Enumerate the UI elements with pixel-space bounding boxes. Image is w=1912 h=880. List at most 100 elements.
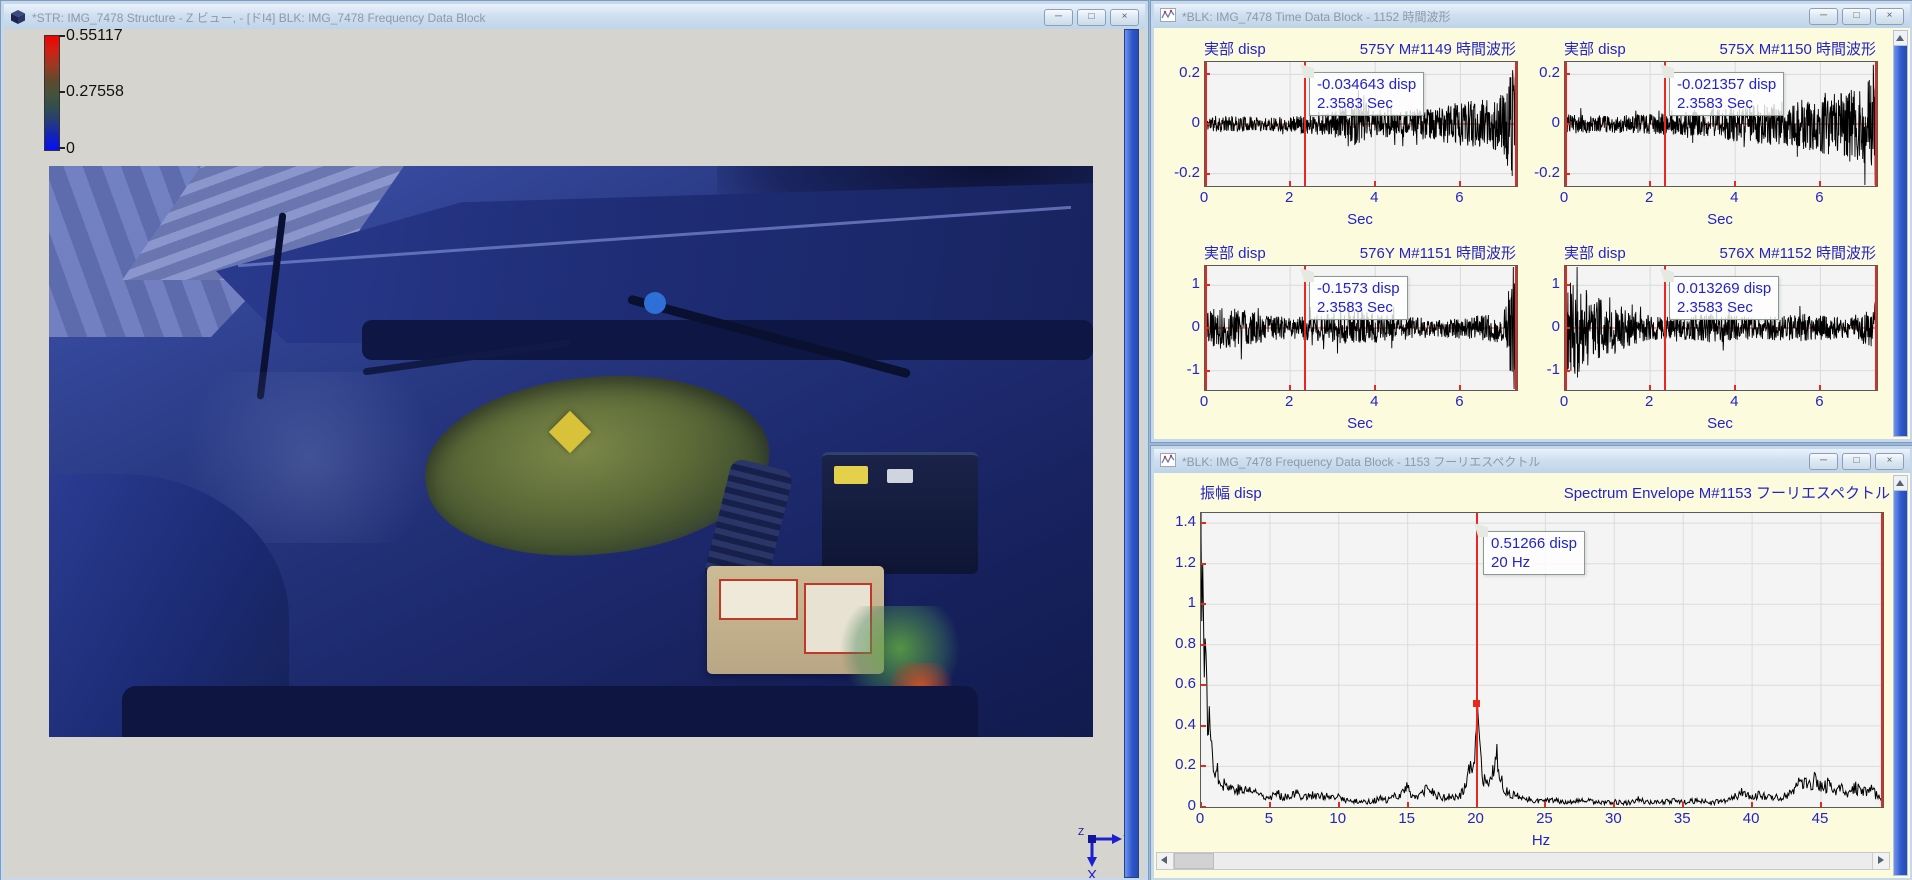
x-tick-label: 35 [1667, 810, 1697, 827]
x-tick-label: 6 [1447, 393, 1471, 410]
annotation-time: 2.3583 Sec [1317, 95, 1416, 112]
scroll-up-button[interactable] [1894, 476, 1907, 491]
time-data-window: *BLK: IMG_7478 Time Data Block - 1152 時間… [1150, 0, 1912, 443]
axis-tick [1819, 385, 1821, 390]
waveform-plot-area[interactable]: -0.021357 disp 2.3583 Sec [1564, 61, 1878, 187]
x-tick-label: 2 [1277, 393, 1301, 410]
x-tick-label: 6 [1447, 189, 1471, 206]
close-button[interactable]: × [1875, 453, 1904, 470]
triad-x-label: X [1087, 867, 1097, 878]
arrow-right-icon [1878, 856, 1884, 864]
axis-tick [1205, 370, 1210, 372]
freq-horizontal-scrollbar[interactable] [1156, 852, 1890, 870]
time-plot-575X: 実部 disp 575X M#1150 時間波形 0.2 0 -0.2 -0.0… [1526, 37, 1878, 243]
maximize-button[interactable]: □ [1842, 453, 1871, 470]
scroll-right-button[interactable] [1872, 853, 1889, 869]
band-end-cursor[interactable] [1515, 62, 1517, 186]
scrollbar-thumb[interactable] [1894, 46, 1907, 436]
color-scale-legend: 0.55117 0.27558 0 [44, 31, 164, 181]
cursor-annotation: -0.1573 disp 2.3583 Sec [1309, 276, 1408, 320]
scroll-up-button[interactable] [1894, 31, 1907, 46]
minimize-button[interactable]: ─ [1809, 453, 1838, 470]
minimize-button[interactable]: ─ [1809, 8, 1838, 25]
legend-tick [59, 35, 65, 37]
close-button[interactable]: × [1110, 9, 1139, 26]
band-end-cursor[interactable] [1515, 266, 1517, 390]
frequency-cursor[interactable] [1476, 513, 1478, 807]
axis-tick [1201, 684, 1206, 686]
axis-tick [1201, 806, 1206, 808]
axis-tick [1407, 802, 1409, 807]
freq-vertical-scrollbar[interactable] [1893, 475, 1908, 876]
axis-tick [1201, 725, 1206, 727]
arrow-up-icon [1896, 35, 1904, 41]
waveform-plot-area[interactable]: 0.013269 disp 2.3583 Sec [1564, 265, 1878, 391]
y-tick-label: -0.2 [1166, 164, 1200, 181]
x-tick-label: 6 [1807, 393, 1831, 410]
caution-chip [719, 579, 798, 620]
y-tick-label: 0.4 [1162, 716, 1196, 733]
structure-vertical-scrollbar[interactable] [1124, 29, 1139, 878]
band-end-cursor[interactable] [1875, 62, 1877, 186]
scrollbar-thumb[interactable] [1174, 853, 1214, 869]
minimize-icon: ─ [1055, 11, 1062, 22]
time-vertical-scrollbar[interactable] [1893, 30, 1908, 437]
freq-window-titlebar[interactable]: *BLK: IMG_7478 Frequency Data Block - 11… [1154, 449, 1910, 474]
close-button[interactable]: × [1875, 8, 1904, 25]
spectrum-plot-area[interactable]: 0.51266 disp 20 Hz [1200, 512, 1884, 808]
axis-tick [1204, 385, 1206, 390]
scroll-left-button[interactable] [1157, 853, 1174, 869]
engine-bay-model-view[interactable] [49, 166, 1093, 737]
time-window-titlebar[interactable]: *BLK: IMG_7478 Time Data Block - 1152 時間… [1154, 4, 1910, 29]
axis-tick [1649, 181, 1651, 186]
y-tick-label: 0 [1162, 797, 1196, 814]
time-chart-icon [1160, 8, 1176, 24]
axis-tick [1374, 181, 1376, 186]
plot-title: 575X M#1150 時間波形 [1720, 38, 1876, 59]
axis-tick [1201, 522, 1206, 524]
structure-cube-icon [10, 9, 26, 25]
axis-tick [1204, 181, 1206, 186]
x-tick-label: 5 [1254, 810, 1284, 827]
time-cursor[interactable] [1664, 62, 1666, 186]
band-end-cursor[interactable] [1875, 266, 1877, 390]
minimize-button[interactable]: ─ [1044, 9, 1073, 26]
waveform-plot-area[interactable]: -0.1573 disp 2.3583 Sec [1204, 265, 1518, 391]
annotation-value: -0.034643 disp [1317, 76, 1416, 93]
axis-tick [1205, 284, 1210, 286]
axis-triad: Y X Z [1076, 823, 1130, 878]
scrollbar-thumb[interactable] [1894, 491, 1907, 875]
annotation-value: -0.1573 disp [1317, 280, 1400, 297]
legend-min-label: 0 [66, 140, 75, 158]
x-tick-label: 4 [1722, 393, 1746, 410]
band-end-cursor[interactable] [1881, 513, 1883, 807]
axis-tick [1649, 385, 1651, 390]
waveform-plot-area[interactable]: -0.034643 disp 2.3583 Sec [1204, 61, 1518, 187]
y-tick-label: -1 [1166, 361, 1200, 378]
x-tick-label: 2 [1637, 393, 1661, 410]
close-icon: × [1887, 10, 1893, 21]
time-cursor[interactable] [1664, 266, 1666, 390]
axis-tick [1682, 802, 1684, 807]
maximize-button[interactable]: □ [1842, 8, 1871, 25]
x-axis-unit: Hz [1200, 832, 1882, 849]
axis-tick [1289, 385, 1291, 390]
plot-y-axis-label: 実部 disp [1564, 242, 1626, 263]
freq-window-title: *BLK: IMG_7478 Frequency Data Block - 11… [1182, 453, 1803, 470]
axis-tick [1459, 181, 1461, 186]
axis-tick [1565, 370, 1570, 372]
plot-title: Spectrum Envelope M#1153 フーリエスペクトル [1564, 482, 1890, 503]
structure-window-titlebar[interactable]: *STR: IMG_7478 Structure - Z ビュー, - [ドI4… [4, 4, 1145, 31]
x-axis-unit: Sec [1204, 211, 1516, 228]
axis-tick [1565, 284, 1570, 286]
annotation-time: 2.3583 Sec [1677, 299, 1771, 316]
legend-mid-label: 0.27558 [66, 83, 124, 101]
battery-warning-sticker [834, 466, 868, 484]
time-cursor[interactable] [1304, 62, 1306, 186]
time-cursor[interactable] [1304, 266, 1306, 390]
maximize-button[interactable]: □ [1077, 9, 1106, 26]
plot-y-axis-label: 振幅 disp [1200, 482, 1262, 503]
maximize-icon: □ [1088, 11, 1094, 22]
axis-tick [1544, 802, 1546, 807]
x-tick-label: 4 [1722, 189, 1746, 206]
